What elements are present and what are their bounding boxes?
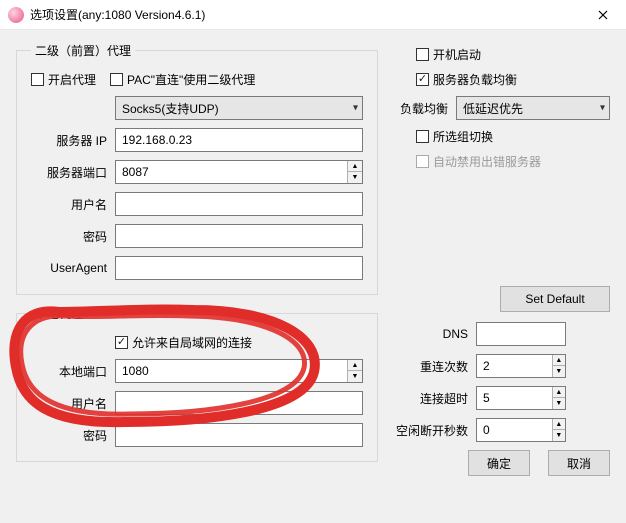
right-column: 开机启动 服务器负载均衡 负载均衡 低延迟优先 ▾ [396, 42, 610, 476]
loadbalance-mode-value: 低延迟优先 [463, 100, 523, 117]
checkbox-icon [416, 73, 429, 86]
reconnect-spinner[interactable]: ▲▼ [476, 354, 566, 378]
spin-down-icon[interactable]: ▼ [553, 398, 565, 409]
timeout-label: 连接超时 [396, 390, 476, 407]
ok-button[interactable]: 确定 [468, 450, 530, 476]
secondary-proxy-legend: 二级（前置）代理 [31, 42, 135, 59]
enable-proxy-label: 开启代理 [48, 71, 96, 88]
title-bar: 选项设置(any:1080 Version4.6.1) [0, 0, 626, 30]
spin-down-icon[interactable]: ▼ [348, 172, 362, 183]
reconnect-label: 重连次数 [396, 358, 476, 375]
spin-down-icon[interactable]: ▼ [553, 430, 565, 441]
server-port-input[interactable] [116, 161, 347, 183]
allow-lan-label: 允许来自局域网的连接 [132, 334, 252, 351]
app-icon [8, 7, 24, 23]
timeout-input[interactable] [477, 387, 552, 409]
local-port-input[interactable] [116, 360, 347, 382]
spin-down-icon[interactable]: ▼ [553, 366, 565, 377]
group-switch-label: 所选组切换 [433, 128, 493, 145]
server-ip-label: 服务器 IP [31, 132, 115, 149]
pac-direct-label: PAC"直连"使用二级代理 [127, 71, 255, 88]
reconnect-input[interactable] [477, 355, 552, 377]
enable-proxy-checkbox[interactable]: 开启代理 [31, 71, 96, 88]
loadbalance-checkbox[interactable]: 服务器负载均衡 [416, 71, 517, 88]
checkbox-icon [416, 130, 429, 143]
local-user-label: 用户名 [31, 395, 115, 412]
timeout-spinner[interactable]: ▲▼ [476, 386, 566, 410]
spin-up-icon[interactable]: ▲ [553, 355, 565, 366]
local-proxy-legend: 本地代理 [31, 305, 87, 322]
pac-direct-checkbox[interactable]: PAC"直连"使用二级代理 [110, 71, 255, 88]
close-icon [598, 10, 608, 20]
local-port-label: 本地端口 [31, 363, 115, 380]
close-button[interactable] [580, 0, 626, 29]
protocol-value: Socks5(支持UDP) [122, 100, 219, 117]
right-form: DNS 重连次数 ▲▼ 连接超时 [396, 322, 610, 442]
cancel-button[interactable]: 取消 [548, 450, 610, 476]
local-password-label: 密码 [31, 427, 115, 444]
group-switch-checkbox[interactable]: 所选组切换 [416, 128, 493, 145]
client-area: 二级（前置）代理 开启代理 PAC"直连"使用二级代理 [0, 30, 626, 523]
spin-up-icon[interactable]: ▲ [553, 419, 565, 430]
checkbox-icon [110, 73, 123, 86]
chevron-down-icon: ▾ [353, 103, 358, 114]
useragent-label: UserAgent [31, 261, 115, 275]
proxy-user-input[interactable] [115, 192, 363, 216]
autostart-label: 开机启动 [433, 46, 481, 63]
loadbalance-label: 服务器负载均衡 [433, 71, 517, 88]
auto-disable-checkbox: 自动禁用出错服务器 [416, 153, 541, 170]
proxy-password-input[interactable] [115, 224, 363, 248]
local-password-input[interactable] [115, 423, 363, 447]
idle-spinner[interactable]: ▲▼ [476, 418, 566, 442]
useragent-input[interactable] [115, 256, 363, 280]
autostart-checkbox[interactable]: 开机启动 [416, 46, 481, 63]
local-proxy-group: 本地代理 允许来自局域网的连接 本地端口 ▲▼ [16, 305, 378, 462]
spin-down-icon[interactable]: ▼ [348, 371, 362, 382]
dns-input[interactable] [476, 322, 566, 346]
loadbalance-mode-label: 负载均衡 [396, 100, 456, 117]
server-ip-input[interactable] [115, 128, 363, 152]
spin-up-icon[interactable]: ▲ [553, 387, 565, 398]
spin-up-icon[interactable]: ▲ [348, 161, 362, 172]
window-title: 选项设置(any:1080 Version4.6.1) [30, 6, 580, 23]
checkbox-icon [416, 48, 429, 61]
chevron-down-icon: ▾ [600, 103, 605, 114]
auto-disable-label: 自动禁用出错服务器 [433, 153, 541, 170]
set-default-button[interactable]: Set Default [500, 286, 610, 312]
spin-up-icon[interactable]: ▲ [348, 360, 362, 371]
dns-label: DNS [396, 327, 476, 341]
secondary-proxy-group: 二级（前置）代理 开启代理 PAC"直连"使用二级代理 [16, 42, 378, 295]
protocol-select[interactable]: Socks5(支持UDP) ▾ [115, 96, 363, 120]
loadbalance-mode-select[interactable]: 低延迟优先 ▾ [456, 96, 610, 120]
proxy-password-label: 密码 [31, 228, 115, 245]
checkbox-icon [416, 155, 429, 168]
local-port-spinner[interactable]: ▲▼ [115, 359, 363, 383]
checkbox-icon [31, 73, 44, 86]
checkbox-icon [115, 336, 128, 349]
allow-lan-checkbox[interactable]: 允许来自局域网的连接 [115, 334, 252, 351]
local-user-input[interactable] [115, 391, 363, 415]
proxy-user-label: 用户名 [31, 196, 115, 213]
idle-input[interactable] [477, 419, 552, 441]
server-port-label: 服务器端口 [31, 164, 115, 181]
idle-label: 空闲断开秒数 [396, 422, 476, 439]
server-port-spinner[interactable]: ▲▼ [115, 160, 363, 184]
